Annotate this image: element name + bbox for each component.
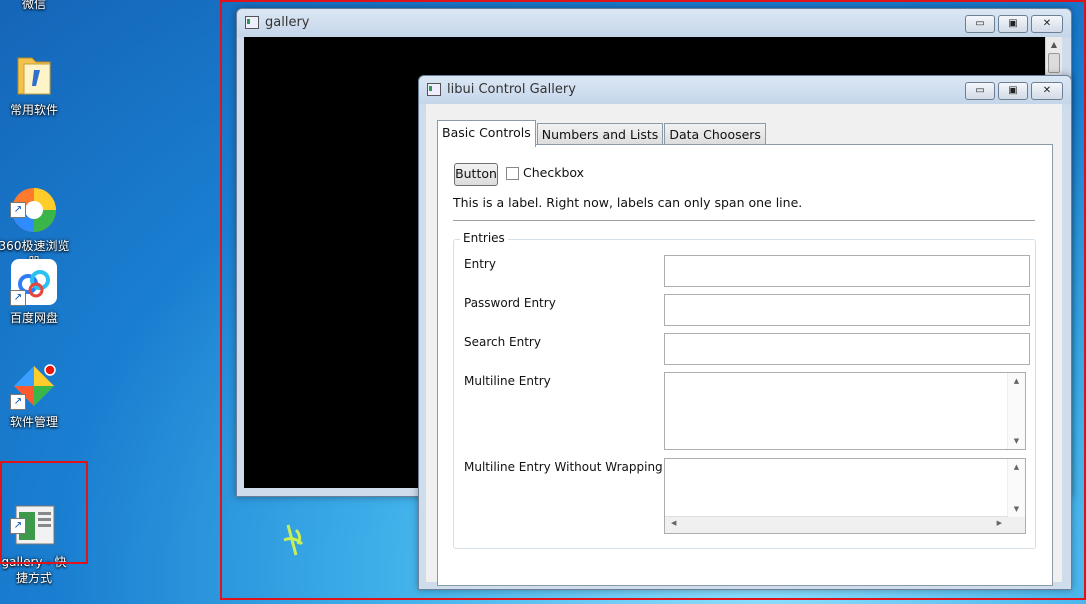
desktop-icon-wechat[interactable]: 微信	[0, 0, 72, 12]
software-manager-icon: ↗	[10, 362, 58, 410]
desktop-icon-label: 微信	[21, 0, 46, 11]
shortcut-arrow-icon: ↗	[10, 290, 26, 306]
shortcut-arrow-icon: ↗	[10, 394, 26, 410]
tab-basic-controls[interactable]: Basic Controls	[437, 120, 536, 147]
cloud-icon: ↗	[10, 258, 58, 306]
desktop-icon-common-software[interactable]: 常用软件	[0, 50, 72, 118]
folder-icon	[10, 50, 58, 98]
desktop-icon-baidu-netdisk[interactable]: ↗ 百度网盘	[0, 258, 72, 326]
desktop-icon-software-manager[interactable]: ↗ 软件管理	[0, 362, 72, 430]
highlight-box-shortcut	[0, 461, 88, 564]
desktop-icon-label: 软件管理	[9, 415, 58, 429]
desktop-icon-label: 常用软件	[9, 103, 58, 117]
browser-icon: ↗	[10, 170, 58, 232]
desktop-icon-label: 百度网盘	[9, 311, 58, 325]
highlight-box-windows	[220, 0, 1086, 600]
shortcut-arrow-icon: ↗	[10, 202, 26, 218]
